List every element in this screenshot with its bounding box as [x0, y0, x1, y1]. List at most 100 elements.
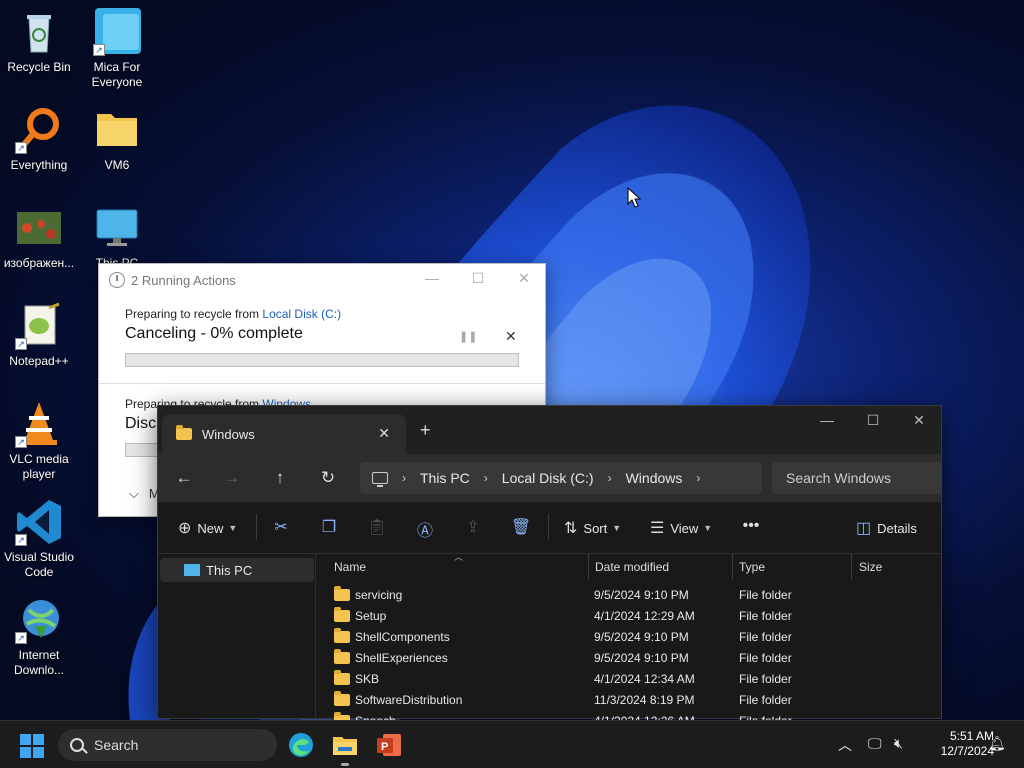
powerpoint-icon[interactable]: P — [375, 731, 403, 759]
desktop-icon-vscode[interactable]: ↗ Visual Studio Code — [0, 498, 78, 580]
desktop-icon-idm[interactable]: ↗ Internet Downlo... — [0, 596, 78, 678]
maximize-button[interactable]: ☐ — [463, 270, 493, 287]
close-button[interactable]: ✕ — [896, 412, 942, 429]
column-header-date[interactable]: Date modified — [595, 560, 669, 574]
taskbar-search[interactable]: Search — [58, 729, 277, 761]
desktop-icon-this-pc[interactable]: This PC — [78, 204, 156, 271]
desktop-icon-mica[interactable]: ↗ Mica For Everyone — [78, 8, 156, 90]
source-link[interactable]: Local Disk (C:) — [262, 307, 341, 321]
notepadpp-icon: ↗ — [15, 302, 63, 350]
clock-icon — [109, 272, 125, 288]
date-cell: 11/3/2024 8:19 PM — [594, 692, 695, 707]
desktop-icon-label: Everything — [10, 158, 68, 172]
desktop-icon-recycle-bin[interactable]: Recycle Bin — [0, 8, 78, 75]
type-cell: File folder — [739, 629, 792, 644]
file-explorer-icon[interactable] — [331, 731, 359, 759]
minimize-button[interactable]: — — [804, 412, 850, 428]
more-options-icon[interactable]: ••• — [740, 517, 762, 535]
file-name: ShellExperiences — [355, 650, 448, 665]
breadcrumb-this-pc[interactable]: This PC — [420, 470, 470, 486]
folder-icon — [334, 585, 350, 601]
cut-icon[interactable]: ✂ — [270, 517, 292, 537]
breadcrumb-local-disk[interactable]: Local Disk (C:) — [502, 470, 594, 486]
chevron-right-icon[interactable]: › — [696, 471, 700, 485]
table-row[interactable]: servicing 9/5/2024 9:10 PM File folder — [316, 584, 941, 605]
refresh-button[interactable]: ↻ — [316, 468, 340, 488]
table-row[interactable]: ShellExperiences 9/5/2024 9:10 PM File fol… — [316, 647, 941, 668]
desktop-icon-label: Internet Downlo... — [13, 648, 65, 677]
column-divider — [588, 554, 589, 580]
nav-item-this-pc[interactable]: This PC — [160, 558, 314, 582]
close-tab-button[interactable]: ✕ — [378, 425, 390, 442]
date-cell: 4/1/2024 12:34 AM — [594, 671, 695, 686]
clock[interactable]: 5:51 AM 12/7/2024 — [918, 729, 994, 759]
details-button[interactable]: ◫ Details — [856, 518, 917, 538]
paste-icon[interactable]: 📋︎ — [366, 517, 388, 537]
up-button[interactable]: ↑ — [268, 468, 292, 488]
tab-windows[interactable]: Windows ✕ — [162, 414, 406, 454]
column-header-name[interactable]: Name — [334, 560, 366, 574]
sort-label: Sort — [583, 520, 608, 536]
share-icon[interactable]: ⇪ — [462, 517, 484, 537]
desktop-icon-notepadpp[interactable]: ↗ Notepad++ — [0, 302, 78, 369]
table-row[interactable]: Setup 4/1/2024 12:29 AM File folder — [316, 605, 941, 626]
file-explorer-window[interactable]: Windows ✕ + — ☐ ✕ ← → ↑ ↻ › This PC › Lo… — [157, 405, 942, 728]
desktop-icon-everything[interactable]: ↗ Everything — [0, 106, 78, 173]
chevron-right-icon: › — [402, 471, 406, 485]
desktop-icon-vlc[interactable]: ↗ VLC media player — [0, 400, 78, 482]
sort-button[interactable]: ⇅ Sort ▼ — [564, 518, 621, 538]
file-name-cell: ShellExperiences — [334, 648, 448, 665]
column-divider — [851, 554, 852, 580]
folder-icon — [334, 627, 350, 643]
edge-icon[interactable] — [287, 731, 315, 759]
windows-logo-tile — [33, 734, 44, 745]
view-button[interactable]: ☰ View ▼ — [650, 518, 712, 538]
address-row: ← → ↑ ↻ › This PC › Local Disk (C:) › Wi… — [158, 454, 942, 502]
chevron-up-icon[interactable]: ︿ — [838, 735, 852, 755]
desktop-icon-label: Visual Studio Code — [4, 550, 74, 579]
back-button[interactable]: ← — [172, 468, 196, 488]
speaker-muted-icon[interactable]: 🔇︎ — [894, 735, 903, 752]
desktop-icon-image[interactable]: изображен... — [0, 204, 78, 271]
address-bar[interactable]: › This PC › Local Disk (C:) › Windows › — [360, 462, 762, 494]
more-details-toggle[interactable]: ⌵ M — [129, 486, 160, 502]
dialog-title: 2 Running Actions — [131, 272, 236, 288]
date-cell: 9/5/2024 9:10 PM — [594, 650, 689, 665]
minimize-button[interactable]: — — [417, 270, 447, 286]
column-header-type[interactable]: Type — [739, 560, 765, 574]
search-icon — [70, 738, 84, 752]
new-button[interactable]: ⊕ New ▼ — [178, 518, 237, 538]
copy-icon[interactable]: ❐ — [318, 517, 340, 537]
notification-bell-icon[interactable]: 🔔︎ — [988, 735, 1006, 752]
svg-text:P: P — [381, 741, 388, 753]
type-cell: File folder — [739, 671, 792, 686]
table-row[interactable]: ShellComponents 9/5/2024 9:10 PM File fold… — [316, 626, 941, 647]
forward-button[interactable]: → — [220, 468, 244, 488]
type-cell: File folder — [739, 608, 792, 623]
shortcut-arrow-icon: ↗ — [15, 436, 27, 448]
cancel-operation-button[interactable]: ✕ — [505, 328, 517, 345]
delete-icon[interactable]: 🗑︎ — [510, 517, 532, 537]
desktop-icon-label: изображен... — [3, 256, 75, 270]
file-name: SoftwareDistribution — [355, 692, 463, 707]
new-label: New — [197, 520, 224, 536]
search-input[interactable]: Search Windows — [772, 462, 942, 494]
network-icon[interactable]: 🖵︎ — [868, 735, 882, 752]
rename-icon[interactable]: Ⓐ — [414, 517, 436, 541]
breadcrumb-windows[interactable]: Windows — [626, 470, 683, 486]
start-button[interactable] — [20, 734, 44, 758]
operation-description: Preparing to recycle from Local Disk (C:… — [125, 307, 519, 321]
date-cell: 9/5/2024 9:10 PM — [594, 587, 689, 602]
maximize-button[interactable]: ☐ — [850, 412, 896, 429]
pause-button[interactable]: ❚❚ — [459, 330, 477, 343]
sort-indicator-icon: ︿ — [454, 552, 464, 562]
table-row[interactable]: SoftwareDistribution 11/3/2024 8:19 PM Fil… — [316, 689, 941, 710]
operation-prefix: Preparing to recycle from — [125, 307, 263, 321]
column-header-size[interactable]: Size — [859, 560, 882, 574]
new-tab-button[interactable]: + — [420, 420, 431, 441]
close-button[interactable]: ✕ — [509, 270, 539, 287]
divider — [548, 514, 549, 540]
desktop-icon-vm6[interactable]: VM6 — [78, 106, 156, 173]
mica-icon: ↗ — [93, 8, 141, 56]
table-row[interactable]: SKB 4/1/2024 12:34 AM File folder — [316, 668, 941, 689]
